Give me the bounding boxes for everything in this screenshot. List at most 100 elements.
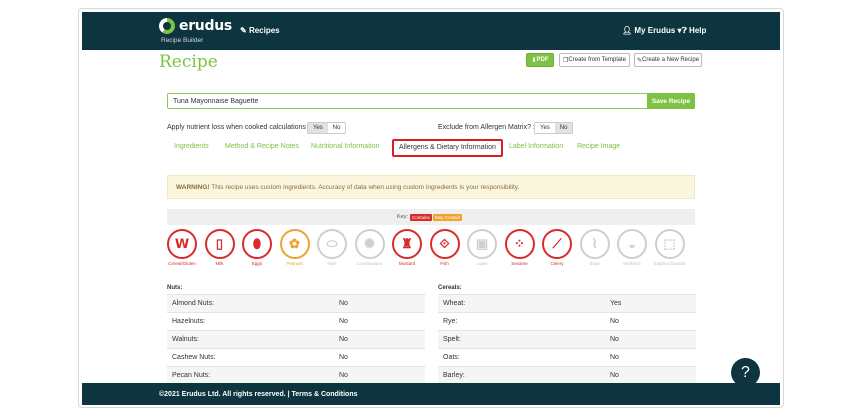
row-value: No — [339, 336, 348, 343]
edit-icon: ✎ — [240, 26, 247, 35]
key-may-contain-badge: May Contain — [433, 214, 463, 221]
allergen-label: Fish — [440, 261, 449, 266]
erudus-logo-icon — [159, 18, 175, 34]
recipe-tabs: Ingredients Method & Recipe Notes Nutrit… — [167, 139, 697, 159]
tab-nutritional[interactable]: Nutritional Information — [311, 143, 379, 150]
egg-icon: ⬮ — [242, 229, 272, 259]
table-row: Oats: No — [438, 348, 696, 366]
warning-text: This recipe uses custom ingredients. Acc… — [209, 184, 520, 191]
exclude-no[interactable]: No — [554, 123, 573, 133]
table-row: Almond Nuts: No — [167, 294, 425, 312]
pdf-button[interactable]: ⬇ PDF — [526, 53, 554, 67]
allergen-lupin[interactable]: ▣ Lupin — [463, 229, 501, 266]
table-row: Barley: No — [438, 366, 696, 384]
row-value: No — [339, 300, 348, 307]
allergen-sulphur-dioxide[interactable]: ⬚ Sulphur Dioxide — [651, 229, 689, 266]
table-row: Pecan Nuts: No — [167, 366, 425, 384]
tab-ingredients[interactable]: Ingredients — [174, 143, 209, 150]
peanut-icon: ✿ — [279, 229, 310, 259]
allergen-label: Sesame — [511, 261, 528, 266]
allergen-fish[interactable]: ⟐ Fish — [426, 229, 464, 266]
fish-icon: ⟐ — [429, 229, 460, 259]
nav-recipes-label: Recipes — [248, 26, 280, 35]
row-label: Rye: — [443, 318, 458, 325]
exclude-allergen-label: Exclude from Allergen Matrix? : — [438, 124, 535, 131]
erudus-logo[interactable]: erudus — [159, 18, 232, 34]
custom-ingredient-warning: WARNING! This recipe uses custom ingredi… — [167, 175, 695, 199]
mustard-bottle-icon: ♜ — [392, 229, 422, 259]
user-icon: 👤︎ — [622, 26, 633, 35]
table-row: Rye: No — [438, 312, 696, 330]
exclude-allergen-toggle[interactable]: Yes No — [534, 122, 574, 134]
key-contains-badge: Contains — [410, 214, 432, 221]
exclude-yes[interactable]: Yes — [535, 123, 555, 133]
nuts-section-title: Nuts: — [167, 285, 183, 291]
allergen-label: Milk — [215, 261, 224, 266]
wheat-icon: 𝗪 — [167, 229, 197, 259]
allergen-key-bar: Key: Contains May Contain — [167, 209, 695, 225]
row-value: No — [610, 354, 619, 361]
allergen-icon-list: 𝗪 Cereal/Gluten ▯ Milk ⬮ Eggs ✿ Peanuts ⬭ Nuts ✺ Cr… — [163, 229, 703, 279]
table-row: Hazelnuts: No — [167, 312, 425, 330]
tab-allergens[interactable]: Allergens & Dietary Information — [392, 139, 503, 157]
allergen-cereal-gluten[interactable]: 𝗪 Cereal/Gluten — [163, 229, 201, 266]
allergen-sesame[interactable]: ⁘ Sesame — [501, 229, 539, 266]
warning-strong: WARNING! — [176, 184, 210, 191]
row-label: Walnuts: — [172, 336, 199, 343]
nav-recipes-link[interactable]: ✎ Recipes — [240, 26, 280, 35]
nuts-table: Almond Nuts: No Hazelnuts: No Walnuts: No Cash… — [167, 294, 425, 384]
recipe-name-input[interactable] — [168, 94, 648, 108]
row-label: Pecan Nuts: — [172, 372, 211, 379]
allergen-label: Lupin — [476, 261, 488, 266]
nav-help-link[interactable]: ❓︎ Help — [682, 26, 706, 36]
allergen-label: Mustard — [398, 261, 416, 266]
sulphur-icon: ⬚ — [654, 229, 685, 259]
allergen-nuts[interactable]: ⬭ Nuts — [313, 229, 351, 266]
nav-help-label: Help — [689, 26, 707, 35]
allergen-label: Sulphur Dioxide — [653, 261, 686, 266]
allergen-label: Molluscs — [623, 261, 641, 266]
allergen-label: Celery — [550, 261, 564, 266]
crab-icon: ✺ — [354, 229, 385, 259]
nutrient-loss-no[interactable]: No — [327, 123, 346, 133]
row-value: No — [610, 336, 619, 343]
tab-label-information[interactable]: Label Information — [509, 143, 563, 150]
row-label: Barley: — [443, 372, 465, 379]
create-new-recipe-label: Create a New Recipe — [642, 57, 700, 63]
help-chat-button[interactable]: ? — [731, 358, 760, 387]
table-row: Cashew Nuts: No — [167, 348, 425, 366]
soya-icon: ⌇ — [579, 229, 610, 259]
key-label: Key: — [397, 214, 409, 220]
question-circle-icon: ❓︎ — [682, 26, 687, 35]
allergen-peanuts[interactable]: ✿ Peanuts — [276, 229, 314, 266]
nutrient-loss-label: Apply nutrient loss when cooked calculat… — [167, 124, 310, 131]
create-from-template-button[interactable]: ❐ Create from Template — [559, 53, 630, 67]
tab-recipe-image[interactable]: Recipe Image — [577, 143, 620, 150]
table-row: Spelt: No — [438, 330, 696, 348]
allergen-molluscs[interactable]: ◒ Molluscs — [613, 229, 651, 266]
row-label: Oats: — [443, 354, 460, 361]
allergen-crustaceans[interactable]: ✺ Crustaceans — [351, 229, 389, 266]
allergen-eggs[interactable]: ⬮ Eggs — [238, 229, 276, 266]
nutrient-loss-yes[interactable]: Yes — [308, 123, 328, 133]
logo-subtitle: Recipe Builder — [161, 37, 204, 44]
mollusc-icon: ◒ — [617, 229, 647, 259]
create-new-recipe-button[interactable]: ✎ Create a New Recipe — [634, 53, 702, 67]
row-value: Yes — [610, 300, 622, 307]
lupin-icon: ▣ — [467, 229, 497, 259]
allergen-soya[interactable]: ⌇ Soya — [576, 229, 614, 266]
browser-frame: erudus Recipe Builder ✎ Recipes 👤︎ My Er… — [78, 8, 784, 408]
cereals-table: Wheat: Yes Rye: No Spelt: No Oats: No Barley: No — [438, 294, 696, 384]
cereals-section-title: Cereals: — [438, 285, 462, 291]
tab-method[interactable]: Method & Recipe Notes — [225, 143, 299, 150]
milk-icon: ▯ — [204, 229, 235, 259]
user-menu[interactable]: 👤︎ My Erudus ▾ — [622, 26, 682, 35]
allergen-mustard[interactable]: ♜ Mustard — [388, 229, 426, 266]
allergen-celery[interactable]: ⟋ Celery — [538, 229, 576, 266]
recipe-name-row: Save Recipe — [167, 93, 695, 109]
row-value: No — [610, 372, 619, 379]
save-recipe-button[interactable]: Save Recipe — [647, 93, 695, 109]
allergen-label: Cereal/Gluten — [168, 261, 196, 266]
allergen-milk[interactable]: ▯ Milk — [201, 229, 239, 266]
nutrient-loss-toggle[interactable]: Yes No — [307, 122, 347, 134]
